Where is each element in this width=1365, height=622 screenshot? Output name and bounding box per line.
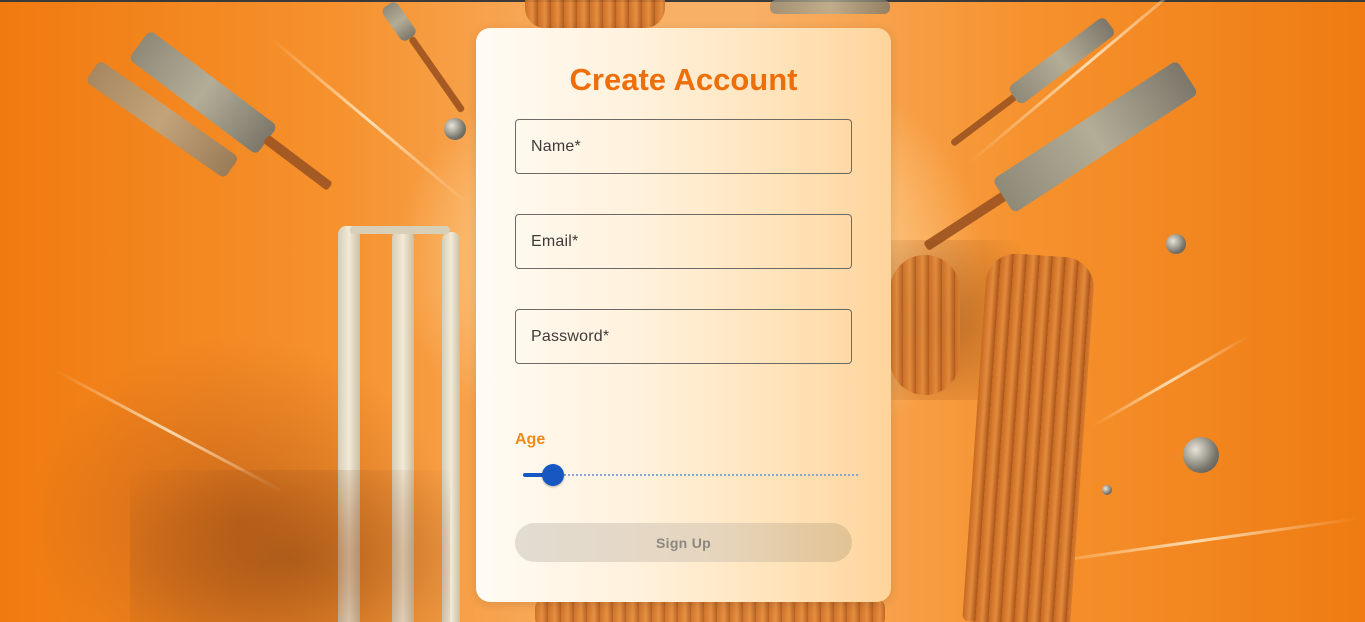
password-field[interactable] <box>515 309 852 364</box>
sign-up-button[interactable]: Sign Up <box>515 523 852 562</box>
cricket-ball-icon <box>1183 437 1219 473</box>
signup-card: Create Account Age Sign Up <box>476 28 891 602</box>
slider-thumb[interactable] <box>542 464 565 486</box>
light-streak <box>1091 335 1249 428</box>
cricket-bat-icon <box>760 0 890 20</box>
dust-cloud <box>130 470 450 622</box>
cricket-ball-icon <box>444 118 466 140</box>
cricket-ball-icon <box>1102 485 1112 495</box>
email-input[interactable] <box>516 215 851 268</box>
cricket-ball-icon <box>1166 234 1186 254</box>
name-field[interactable] <box>515 119 852 174</box>
email-field[interactable] <box>515 214 852 269</box>
page-title: Create Account <box>569 62 798 97</box>
password-input[interactable] <box>516 310 851 363</box>
signup-page: Create Account Age Sign Up <box>0 0 1365 622</box>
light-streak <box>1031 517 1359 566</box>
cricket-bat-icon <box>379 0 476 126</box>
age-slider[interactable] <box>523 464 858 486</box>
bails-icon <box>350 226 450 234</box>
age-label: Age <box>515 431 546 448</box>
batting-pad-icon <box>525 0 665 28</box>
slider-track[interactable] <box>523 474 858 476</box>
name-input[interactable] <box>516 120 851 173</box>
batting-pad-icon <box>890 255 960 395</box>
